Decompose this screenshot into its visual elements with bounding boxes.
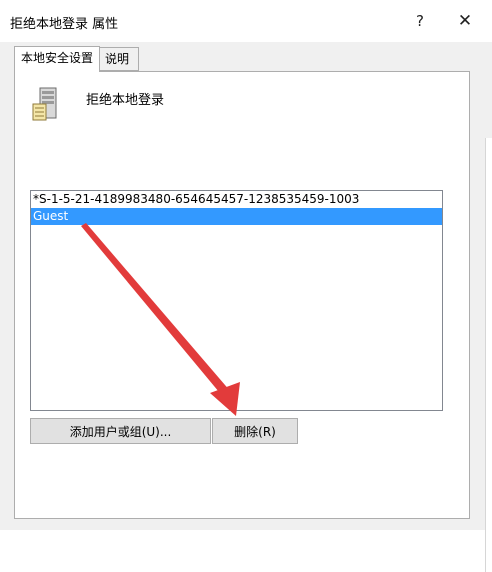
add-user-or-group-button[interactable]: 添加用户或组(U)... [30, 418, 211, 444]
policy-name: 拒绝本地登录 [86, 93, 165, 108]
dialog-body: 本地安全设置 说明 拒绝本地登录 *S-1-5-21-4189983480-65… [0, 42, 492, 572]
list-item-sid[interactable]: *S-1-5-21-4189983480-654645457-123853545… [31, 191, 442, 208]
title-bar: 拒绝本地登录 属性 ? ✕ [0, 0, 492, 42]
window-title: 拒绝本地登录 属性 [10, 17, 119, 32]
help-button[interactable]: ? [406, 8, 434, 34]
remove-button[interactable]: 删除(R) [212, 418, 298, 444]
list-item-guest[interactable]: Guest [31, 208, 442, 225]
tab-explain[interactable]: 说明 [99, 47, 139, 71]
background-window-edge [485, 138, 492, 572]
tab-local-security-setting[interactable]: 本地安全设置 [14, 46, 101, 72]
account-listbox[interactable]: *S-1-5-21-4189983480-654645457-123853545… [30, 190, 443, 411]
tab-panel: 拒绝本地登录 *S-1-5-21-4189983480-654645457-12… [14, 71, 470, 519]
server-icon [32, 87, 57, 121]
close-button[interactable]: ✕ [451, 8, 479, 34]
